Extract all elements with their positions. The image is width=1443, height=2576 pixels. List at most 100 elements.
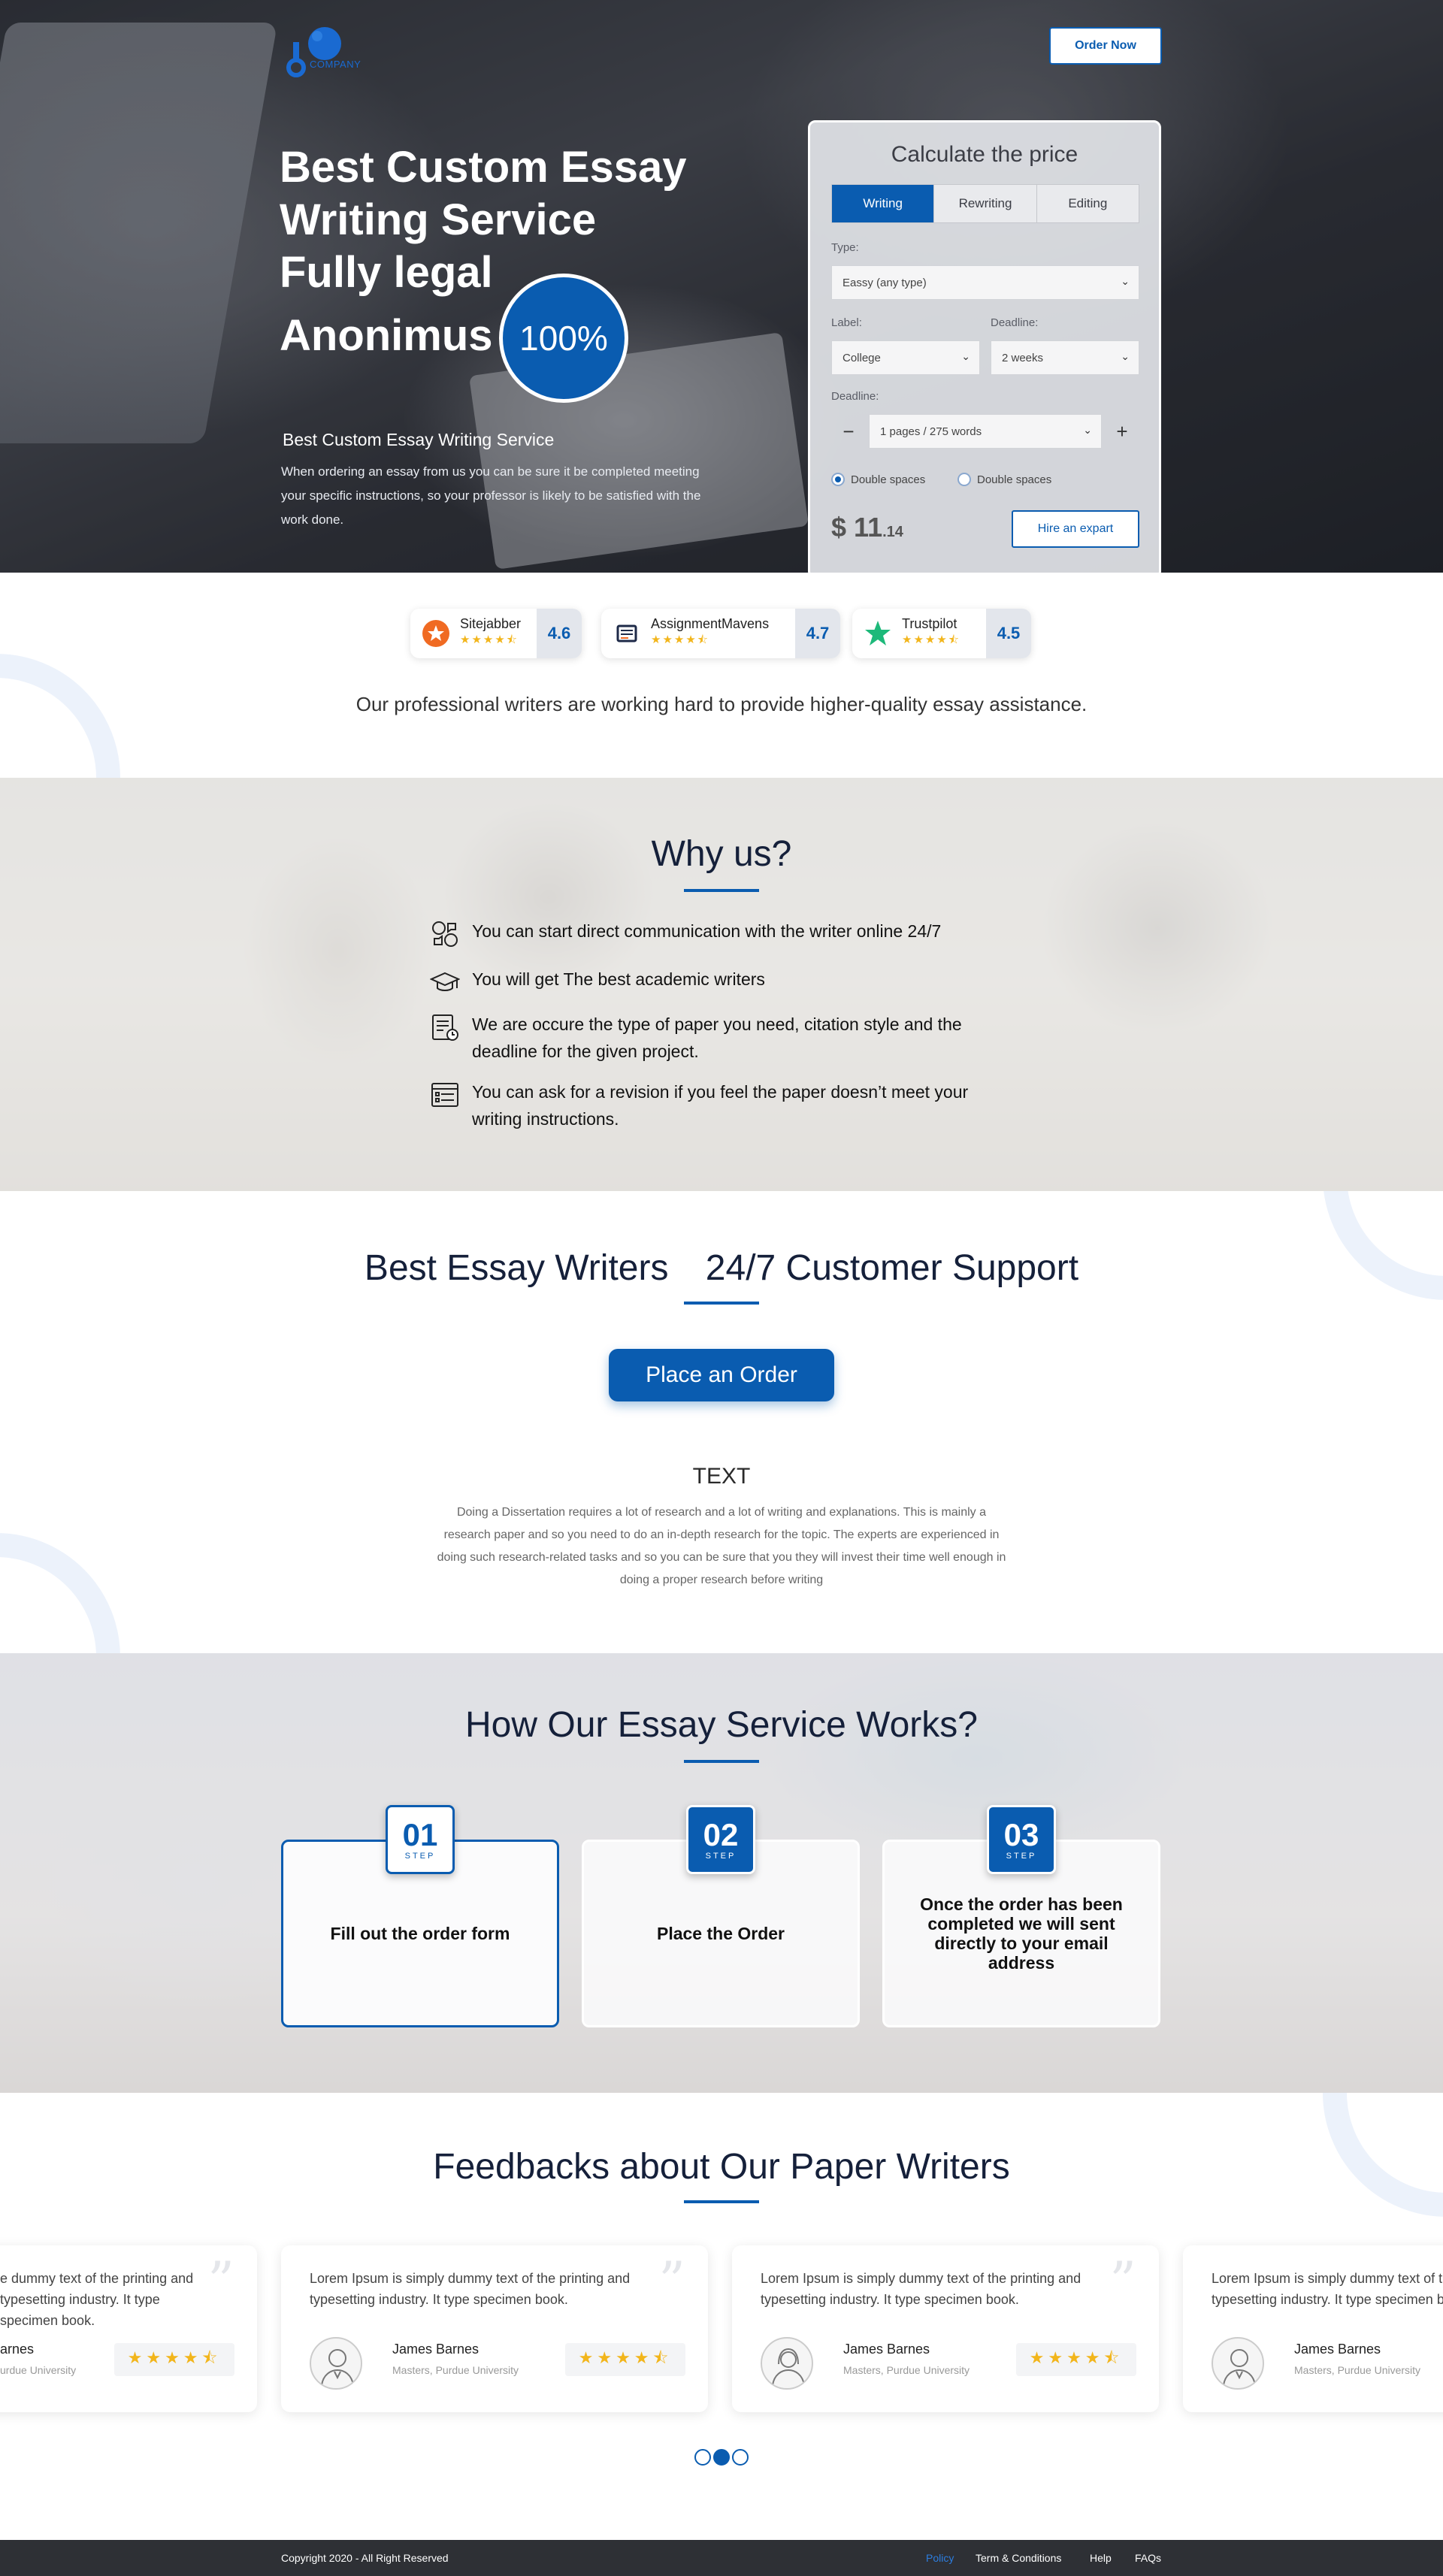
- why-item: We are occure the type of paper you need…: [428, 1011, 998, 1065]
- rating-trustpilot[interactable]: Trustpilot ★★★★⯪ 4.5: [852, 609, 1031, 658]
- feedback-stars: ★★★★⯪: [565, 2343, 685, 2376]
- why-us-title: Why us?: [651, 834, 792, 874]
- why-item: You can start direct communication with …: [428, 918, 998, 951]
- spacing-radio-label: Double spaces: [977, 473, 1052, 486]
- title-underline: [684, 2200, 759, 2203]
- tab-editing[interactable]: Editing: [1036, 185, 1139, 222]
- price-display: $ 11.14: [831, 512, 903, 543]
- sitejabber-icon: [419, 617, 452, 650]
- rating-name: AssignmentMavens: [651, 616, 770, 631]
- feedback-name: James Barnes: [392, 2342, 479, 2357]
- logo-text: COMPANY: [310, 59, 362, 70]
- type-select[interactable]: Eassy (any type) ⌄: [831, 265, 1139, 300]
- why-item-text: You can ask for a revision if you feel t…: [472, 1082, 969, 1129]
- footer-link-faqs[interactable]: FAQs: [1135, 2552, 1161, 2564]
- spacing-radio-label: Double spaces: [851, 473, 926, 486]
- hero-title-line: Writing Service: [280, 195, 597, 244]
- text-title: TEXT: [692, 1464, 751, 1489]
- hire-expert-button[interactable]: Hire an expart: [1012, 510, 1139, 548]
- why-item-text: You can start direct communication with …: [472, 921, 942, 941]
- type-select-value: Eassy (any type): [843, 276, 927, 289]
- pages-label: Deadline:: [831, 390, 879, 403]
- price-cents: .14: [882, 524, 903, 540]
- step-label: STEP: [1006, 1852, 1037, 1861]
- graduation-cap-icon: [428, 966, 461, 999]
- hero-subtitle: Best Custom Essay Writing Service: [283, 430, 555, 449]
- how-title: How Our Essay Service Works?: [465, 1705, 978, 1745]
- tab-writing[interactable]: Writing: [832, 185, 935, 222]
- type-label: Type:: [831, 241, 859, 254]
- level-label: Label:: [831, 316, 862, 329]
- why-item-text: You will get The best academic writers: [472, 969, 765, 989]
- feedback-title: Feedbacks about Our Paper Writers: [433, 2147, 1010, 2187]
- feedback-text: Lorem Ipsum is simply dummy text of the …: [310, 2271, 631, 2307]
- pages-select[interactable]: 1 pages / 275 words ⌄: [869, 414, 1102, 449]
- footer-link-policy[interactable]: Policy: [926, 2552, 954, 2564]
- step-number: 03: [1003, 1817, 1039, 1852]
- tab-rewriting[interactable]: Rewriting: [934, 185, 1037, 222]
- feedback-text: Lorem Ipsum is simply dummy text of the …: [1212, 2271, 1443, 2307]
- feedback-name: arnes: [0, 2342, 35, 2357]
- text-body: Doing a Dissertation requires a lot of r…: [437, 1506, 1006, 1586]
- step-number: 02: [703, 1817, 739, 1852]
- place-order-button[interactable]: Place an Order: [609, 1349, 834, 1401]
- pages-plus-button[interactable]: +: [1105, 414, 1139, 449]
- level-select[interactable]: College ⌄: [831, 340, 980, 375]
- rating-name: Trustpilot: [902, 616, 957, 631]
- footer-link-terms[interactable]: Term & Conditions: [976, 2552, 1061, 2564]
- radio-unselected-icon: [957, 473, 971, 486]
- deadline-select[interactable]: 2 weeks ⌄: [991, 340, 1139, 375]
- carousel-dot-1[interactable]: [694, 2449, 711, 2466]
- price-calculator: Calculate the price Writing Rewriting Ed…: [808, 120, 1161, 573]
- chat-users-icon: [428, 918, 461, 951]
- spacing-radio-single[interactable]: Double spaces: [957, 473, 1051, 486]
- rating-sitejabber[interactable]: Sitejabber ★★★★⯪ 4.6: [410, 609, 582, 658]
- step-badge-2: 02 STEP: [686, 1805, 755, 1874]
- radio-selected-icon: [831, 473, 845, 486]
- feedback-card[interactable]: Lorem Ipsum is simply dummy text of the …: [732, 2245, 1159, 2412]
- feedback-role: Masters, Purdue University: [843, 2364, 970, 2376]
- hero-title-line: Fully legal: [280, 248, 493, 297]
- footer-link-help[interactable]: Help: [1090, 2552, 1112, 2564]
- step-text: Once the order has been completed we wil…: [920, 1894, 1123, 1973]
- feedback-card[interactable]: Lorem Ipsum is simply dummy text of the …: [281, 2245, 708, 2412]
- spacing-radio-double[interactable]: Double spaces: [831, 473, 925, 486]
- feedback-card[interactable]: Lorem Ipsum is simply dummy text of the …: [1183, 2245, 1443, 2412]
- chevron-down-icon: ⌄: [1121, 350, 1130, 362]
- feedback-role: Masters, Purdue University: [392, 2364, 519, 2376]
- carousel-dot-3[interactable]: [732, 2449, 749, 2466]
- percent-badge: 100%: [499, 274, 628, 403]
- rating-stars: ★★★★⯪: [651, 633, 709, 646]
- price-main: 11: [854, 512, 883, 543]
- chevron-down-icon: ⌄: [961, 350, 970, 362]
- rating-score: 4.7: [795, 609, 840, 658]
- footer: Copyright 2020 - All Right Reserved Poli…: [0, 2540, 1443, 2576]
- why-item-text: We are occure the type of paper you need…: [472, 1014, 962, 1061]
- chevron-down-icon: ⌄: [1083, 424, 1092, 436]
- rating-assignmentmavens[interactable]: AssignmentMavens ★★★★⯪ 4.7: [601, 609, 840, 658]
- feedback-stars: ★★★★⯪: [1016, 2343, 1136, 2376]
- carousel-dot-2[interactable]: [713, 2449, 730, 2466]
- step-text: Place the Order: [656, 1924, 785, 1943]
- writers-heading-left: Best Essay Writers: [364, 1248, 669, 1288]
- hero-description: When ordering an essay from us you can b…: [281, 464, 701, 527]
- pages-select-value: 1 pages / 275 words: [880, 425, 982, 438]
- price-currency: $: [831, 512, 847, 543]
- title-underline: [684, 1302, 759, 1305]
- step-badge-3: 03 STEP: [987, 1805, 1056, 1874]
- why-item: You can ask for a revision if you feel t…: [428, 1078, 998, 1132]
- chevron-down-icon: ⌄: [1121, 275, 1130, 287]
- hero-title: Best Custom Essay Writing Service Fully …: [280, 141, 700, 362]
- rating-score: 4.5: [986, 609, 1031, 658]
- title-underline: [684, 1760, 759, 1763]
- pages-minus-button[interactable]: −: [831, 414, 866, 449]
- step-badge-1: 01 STEP: [386, 1805, 455, 1874]
- feedback-text: e dummy text of the printing and typeset…: [0, 2271, 194, 2328]
- writers-heading: Best Essay Writers 24/7 Customer Support: [0, 1247, 1443, 1289]
- why-item: You will get The best academic writers: [428, 966, 998, 999]
- feedback-text: Lorem Ipsum is simply dummy text of the …: [761, 2271, 1081, 2307]
- feedback-role: Masters, Purdue University: [1294, 2364, 1421, 2376]
- document-clock-icon: [428, 1011, 461, 1044]
- order-now-button[interactable]: Order Now: [1049, 27, 1162, 65]
- feedback-card[interactable]: e dummy text of the printing and typeset…: [0, 2245, 257, 2412]
